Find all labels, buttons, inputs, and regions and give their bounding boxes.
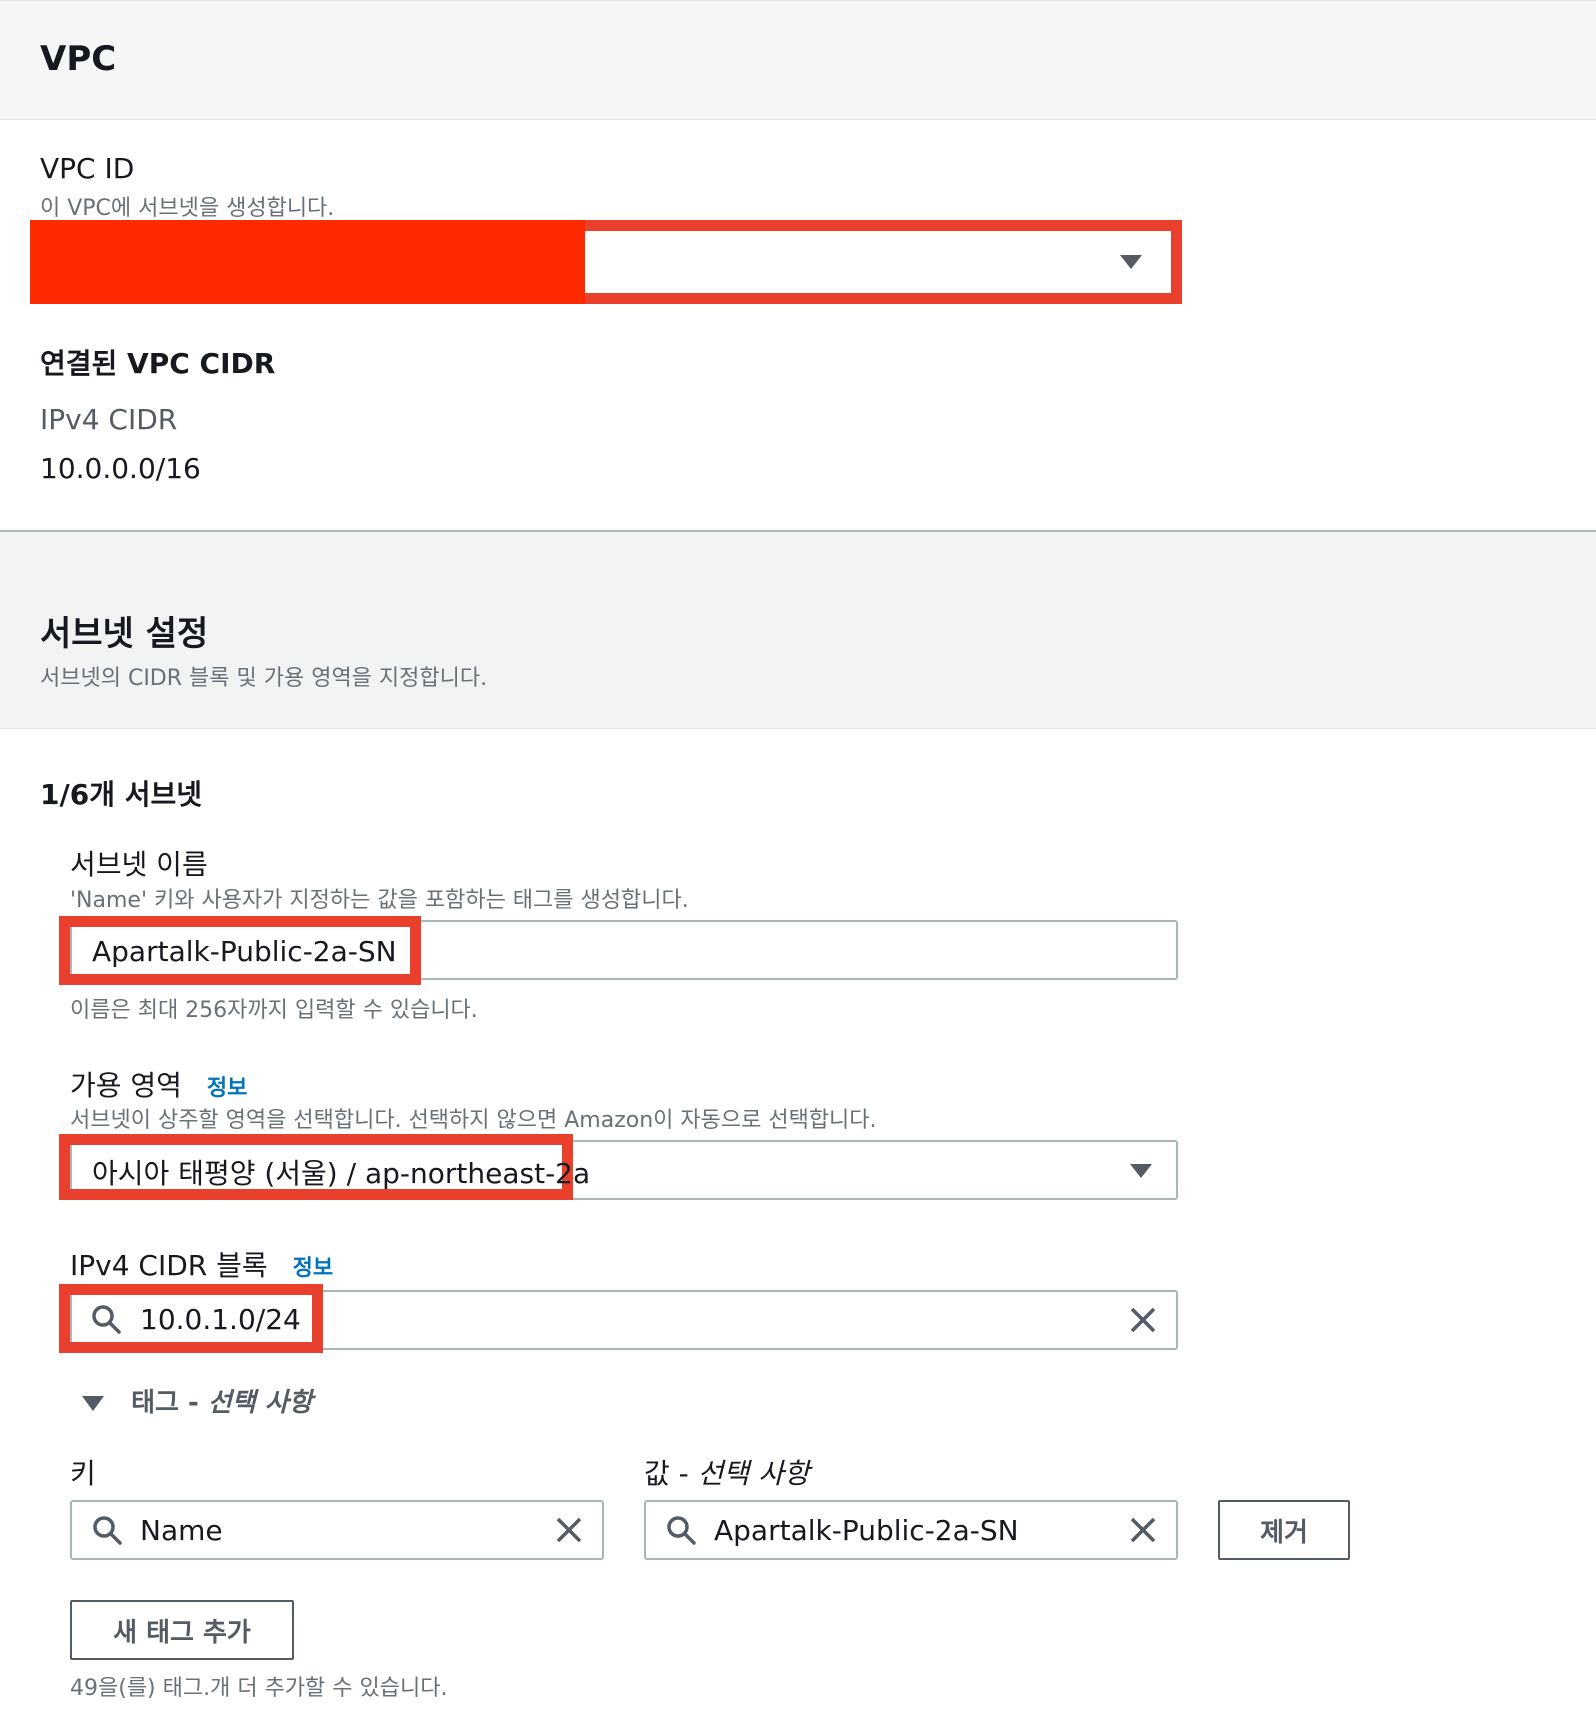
tags-remaining-hint: 49을(를) 태그.개 더 추가할 수 있습니다. xyxy=(70,1676,448,1701)
ipv4-cidr-value: 10.0.0.0/16 xyxy=(40,452,201,485)
search-icon xyxy=(667,1516,696,1545)
remove-tag-button[interactable]: 제거 xyxy=(1218,1500,1350,1560)
cidr-block-info-link[interactable]: 정보 xyxy=(293,1256,333,1281)
subnet-name-hint: 이름은 최대 256자까지 입력할 수 있습니다. xyxy=(70,998,478,1023)
tag-value-label-optional: 선택 사항 xyxy=(697,1457,810,1490)
caret-down-icon xyxy=(1120,255,1142,269)
tag-key-input[interactable]: Name xyxy=(70,1500,604,1560)
cidr-block-label: IPv4 CIDR 블록 정보 xyxy=(70,1244,333,1284)
ipv4-cidr-label: IPv4 CIDR xyxy=(40,403,178,436)
search-icon xyxy=(92,1305,121,1334)
cidr-block-value: 10.0.1.0/24 xyxy=(140,1303,301,1336)
tag-value-label: 값 - 선택 사항 xyxy=(644,1452,810,1492)
close-icon[interactable] xyxy=(554,1515,584,1545)
tags-toggle[interactable]: 태그 - 선택 사항 xyxy=(82,1382,313,1419)
vpc-id-select[interactable] xyxy=(580,231,1171,293)
tag-key-value: Name xyxy=(140,1514,223,1547)
triangle-down-icon xyxy=(82,1396,104,1411)
subnet-name-label: 서브넷 이름 xyxy=(70,848,208,881)
vpc-cidr-title: 연결된 VPC CIDR xyxy=(40,347,276,380)
tags-toggle-label: 태그 - xyxy=(131,1388,208,1418)
tag-value-value: Apartalk-Public-2a-SN xyxy=(714,1514,1019,1547)
tags-toggle-optional: 선택 사항 xyxy=(207,1388,313,1418)
vpc-panel-header: VPC xyxy=(0,0,1596,120)
vpc-panel-title: VPC xyxy=(40,39,117,79)
vpc-id-description: 이 VPC에 서브넷을 생성합니다. xyxy=(40,196,335,221)
subnet-count-title: 1/6개 서브넷 xyxy=(40,778,202,811)
az-label-text: 가용 영역 xyxy=(70,1069,182,1102)
search-icon xyxy=(93,1516,122,1545)
az-value: 아시아 태평양 (서울) / ap-northeast-2a xyxy=(92,1157,591,1190)
az-label: 가용 영역 정보 xyxy=(70,1064,247,1104)
tag-key-label: 키 xyxy=(70,1457,96,1490)
close-icon[interactable] xyxy=(1128,1515,1158,1545)
subnet-name-description: 'Name' 키와 사용자가 지정하는 값을 포함하는 태그를 생성합니다. xyxy=(70,888,689,913)
subnet-settings-header: 서브넷 설정 서브넷의 CIDR 블록 및 가용 영역을 지정합니다. xyxy=(0,532,1596,729)
vpc-id-redaction xyxy=(30,220,585,304)
az-description: 서브넷이 상주할 영역을 선택합니다. 선택하지 않으면 Amazon이 자동으… xyxy=(70,1108,877,1133)
cidr-block-label-text: IPv4 CIDR 블록 xyxy=(70,1249,268,1282)
tag-value-input[interactable]: Apartalk-Public-2a-SN xyxy=(644,1500,1178,1560)
tag-value-label-text: 값 - xyxy=(644,1457,698,1490)
az-info-link[interactable]: 정보 xyxy=(207,1076,247,1101)
vpc-id-label: VPC ID xyxy=(40,152,135,185)
subnet-settings-title: 서브넷 설정 xyxy=(40,614,209,654)
caret-down-icon xyxy=(1130,1164,1152,1178)
subnet-settings-description: 서브넷의 CIDR 블록 및 가용 영역을 지정합니다. xyxy=(40,666,488,691)
close-icon[interactable] xyxy=(1128,1305,1158,1335)
subnet-name-value: Apartalk-Public-2a-SN xyxy=(92,935,397,968)
add-tag-button[interactable]: 새 태그 추가 xyxy=(70,1600,294,1660)
